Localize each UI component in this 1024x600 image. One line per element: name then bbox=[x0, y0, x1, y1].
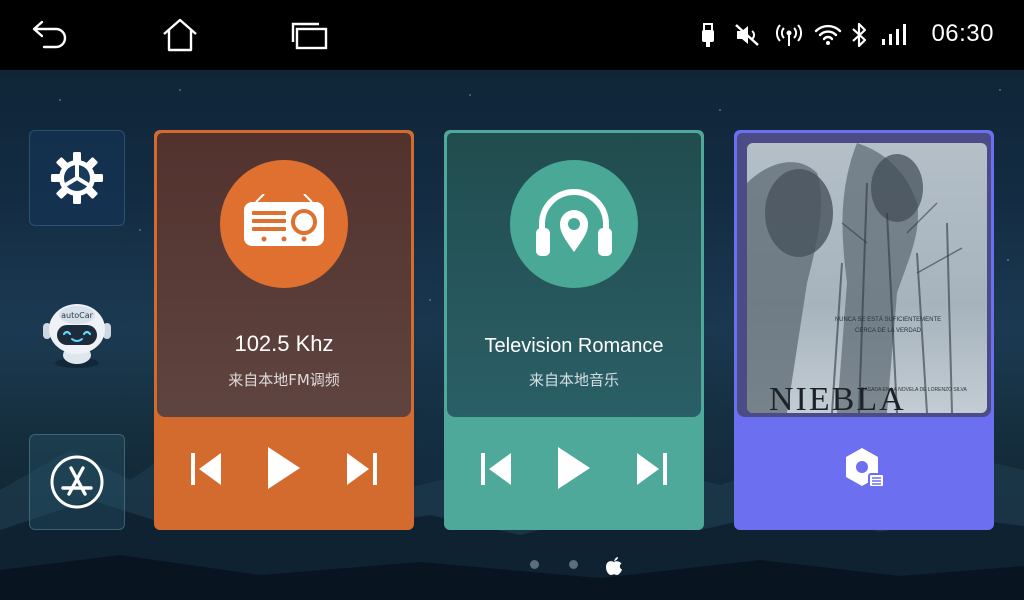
music-icon-circle bbox=[510, 160, 638, 288]
app-store-icon bbox=[50, 455, 104, 509]
poster-artwork bbox=[747, 143, 963, 413]
wifi-icon bbox=[814, 24, 842, 50]
clock: 06:30 bbox=[931, 20, 994, 47]
bluetooth-icon bbox=[851, 22, 867, 52]
video-card-info[interactable]: NUNCA SE ESTÁ SUFICIENTEMENTE CERCA DE L… bbox=[737, 133, 991, 417]
headphones-location-icon bbox=[536, 189, 612, 256]
radio-controls bbox=[154, 446, 414, 498]
radio-icon bbox=[244, 194, 324, 246]
page-dot[interactable] bbox=[569, 560, 578, 569]
next-icon[interactable] bbox=[635, 452, 669, 486]
page-dot[interactable] bbox=[530, 560, 539, 569]
song-title: Television Romance bbox=[484, 335, 664, 357]
home-icon[interactable] bbox=[161, 18, 199, 56]
back-arrow-icon[interactable] bbox=[30, 20, 68, 54]
app-store-button[interactable] bbox=[29, 434, 125, 530]
video-player-icon[interactable] bbox=[842, 446, 886, 490]
movie-poster[interactable]: NUNCA SE ESTÁ SUFICIENTEMENTE CERCA DE L… bbox=[747, 143, 987, 413]
radio-frequency: 102.5 Khz bbox=[234, 331, 334, 356]
radio-source: 来自本地FM调频 bbox=[228, 371, 340, 389]
hotspot-icon bbox=[776, 22, 802, 52]
usb-icon bbox=[699, 22, 717, 52]
apple-icon[interactable] bbox=[605, 556, 623, 576]
page-indicator bbox=[0, 556, 1024, 576]
poster-tagline: NUNCA SE ESTÁ SUFICIENTEMENTE CERCA DE L… bbox=[834, 317, 942, 334]
previous-icon[interactable] bbox=[479, 452, 513, 486]
robot-icon: autoCar bbox=[43, 304, 111, 368]
music-source: 来自本地音乐 bbox=[528, 371, 619, 389]
mute-icon bbox=[734, 23, 762, 51]
play-icon[interactable] bbox=[266, 446, 302, 490]
radio-card[interactable]: 102.5 Khz 来自本地FM调频 bbox=[154, 130, 414, 530]
music-controls bbox=[444, 446, 704, 498]
recent-apps-icon[interactable] bbox=[291, 22, 329, 54]
video-card[interactable]: NUNCA SE ESTÁ SUFICIENTEMENTE CERCA DE L… bbox=[734, 130, 994, 530]
music-card[interactable]: Television Romance 来自本地音乐 bbox=[444, 130, 704, 530]
gear-icon bbox=[51, 152, 103, 204]
status-bar: 06:30 bbox=[0, 0, 1024, 70]
next-icon[interactable] bbox=[345, 452, 379, 486]
assistant-button[interactable]: autoCar bbox=[29, 283, 125, 379]
radio-card-info[interactable]: 102.5 Khz 来自本地FM调频 bbox=[157, 133, 411, 417]
robot-badge-text: autoCar bbox=[61, 311, 93, 320]
music-card-info[interactable]: Television Romance 来自本地音乐 bbox=[447, 133, 701, 417]
play-icon[interactable] bbox=[556, 446, 592, 490]
signal-icon bbox=[881, 24, 907, 50]
previous-icon[interactable] bbox=[189, 452, 223, 486]
settings-button[interactable] bbox=[29, 130, 125, 226]
radio-icon-circle bbox=[220, 160, 348, 288]
poster-title: NIEBLA bbox=[769, 381, 906, 413]
